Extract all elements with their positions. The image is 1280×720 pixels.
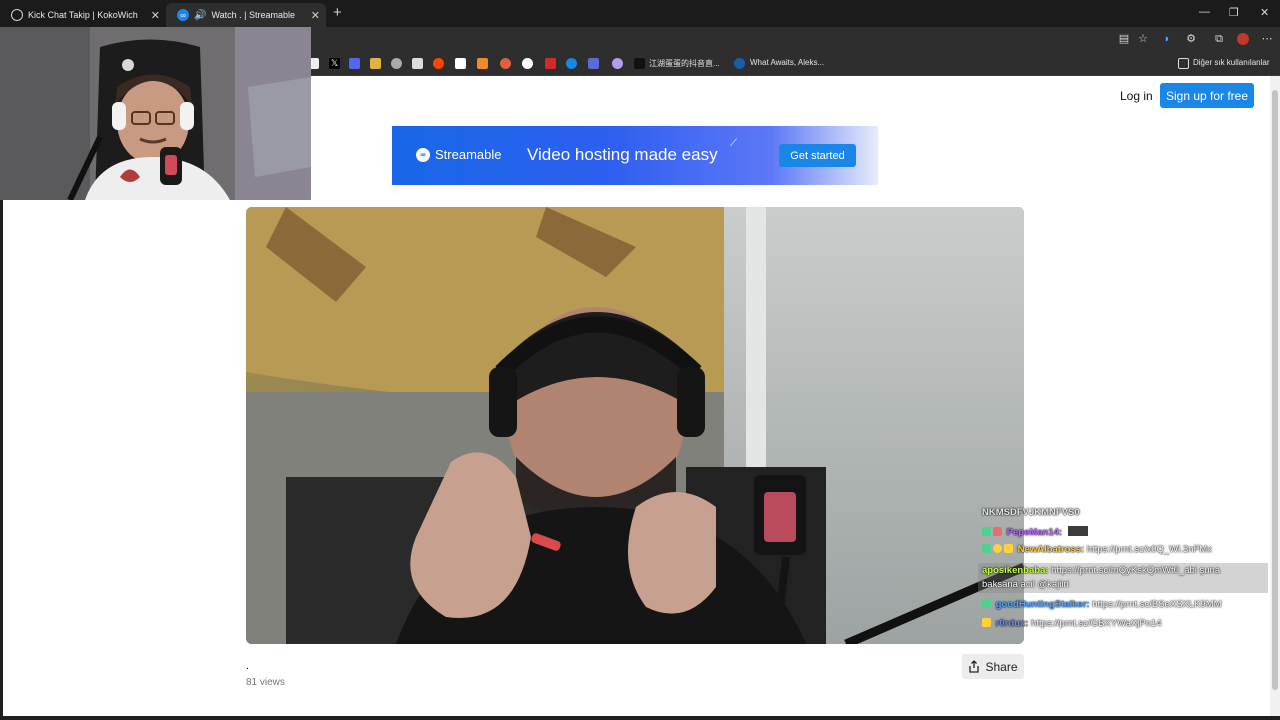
bookmark-icon-4[interactable] [370, 58, 381, 69]
scrollbar-thumb[interactable] [1272, 90, 1278, 690]
video-frame [246, 207, 1024, 644]
bookmark-icon-5[interactable] [391, 58, 402, 69]
folder-icon[interactable] [1178, 58, 1189, 69]
maximize-icon[interactable]: ❐ [1229, 6, 1239, 19]
chat-text: baksana acil @kajiiri [982, 579, 1069, 590]
share-button[interactable]: Share [962, 654, 1024, 679]
chat-text: https://prnt.sc/x0Q_Wl.3nFMx [1086, 544, 1212, 555]
bookmark-icon-9[interactable] [477, 58, 488, 69]
extensions-icon[interactable]: ⚙ [1185, 33, 1197, 45]
ad-banner[interactable]: ∞ Streamable Video hosting made easy ⟋ G… [392, 126, 878, 185]
speaker-icon[interactable]: 🔊 [194, 10, 206, 21]
signup-button[interactable]: Sign up for free [1160, 83, 1254, 108]
sparkle-icon: ⟋ [730, 138, 737, 149]
bookmark-icon-3[interactable] [349, 58, 360, 69]
chat-text: https://prnt.sc/mQyKskQmWt0_abi şuna [1051, 565, 1221, 576]
profile-avatar[interactable] [1237, 33, 1249, 45]
view-count: 81 views [246, 677, 285, 688]
close-tab-icon[interactable]: ✕ [151, 9, 160, 22]
globe-icon [11, 9, 23, 21]
chat-text: https://prnt.sc/BSeXSXLK9MM [1092, 599, 1222, 610]
chat-badge-icon [982, 527, 991, 536]
chat-badge-icon [982, 618, 991, 627]
share-icon [969, 660, 980, 673]
bookmark-icon-6[interactable] [412, 58, 423, 69]
chat-badge-icon [993, 527, 1002, 536]
chat-badge-icon [1004, 544, 1013, 553]
bookmark-icon-14[interactable] [588, 58, 599, 69]
favorite-star-icon[interactable]: ☆ [1137, 33, 1149, 45]
chat-badge-icon [982, 544, 991, 553]
video-title: . [246, 660, 250, 672]
minimize-icon[interactable]: — [1199, 6, 1210, 18]
webcam-frame [0, 27, 311, 200]
bookmark-icon-11[interactable] [522, 58, 533, 69]
bookmark-icon-8[interactable] [455, 58, 466, 69]
chat-message: goodHuntingStalker: https://prnt.sc/BSeX… [982, 599, 1222, 610]
chat-badge-icon [993, 544, 1002, 553]
close-window-icon[interactable]: ✕ [1260, 6, 1269, 19]
login-link[interactable]: Log in [1120, 89, 1153, 103]
banner-tagline: Video hosting made easy [527, 145, 718, 164]
tab-title: Watch . | Streamable [211, 10, 295, 20]
chat-message: aposikenbaba: https://prnt.sc/mQyKskQmWt… [982, 565, 1220, 576]
streamable-icon: ∞ [177, 9, 189, 21]
tab-title: Kick Chat Takip | KokoWich [28, 10, 138, 20]
chat-username: PepeMan14: [1006, 527, 1063, 538]
chat-header: NKMSDFVJKMNFVS0 [982, 507, 1080, 518]
emote-icon [1067, 526, 1088, 536]
bookmark-icon-13[interactable] [566, 58, 577, 69]
chat-message: PepeMan14: [982, 526, 1088, 538]
get-started-button[interactable]: Get started [779, 144, 856, 167]
chat-text: https://prnt.sc/GBXYWaXjPn14 [1031, 618, 1162, 629]
bookmark-icon-15[interactable] [612, 58, 623, 69]
page-scrollbar[interactable] [1270, 76, 1280, 716]
chat-message: NewAlbatross: https://prnt.sc/x0Q_Wl.3nF… [982, 544, 1212, 555]
bookmark-icon-12[interactable] [545, 58, 556, 69]
chat-username: aposikenbaba: [982, 565, 1049, 576]
other-bookmarks[interactable]: Diğer sık kullanılanlar [1193, 58, 1269, 67]
webcam-overlay [0, 27, 311, 200]
new-tab-icon[interactable]: + [333, 4, 342, 21]
chat-message-continued: baksana acil @kajiiri [982, 579, 1069, 590]
video-player[interactable] [246, 207, 1024, 644]
tiktok-icon[interactable] [634, 58, 645, 69]
read-aloud-icon[interactable]: ◗ [1161, 33, 1173, 45]
tab-kick-chat[interactable]: Kick Chat Takip | KokoWich ✕ [0, 3, 166, 27]
chat-badge-icon [982, 599, 991, 608]
close-tab-icon[interactable]: ✕ [311, 9, 320, 22]
x-icon[interactable]: 𝕏 [329, 58, 340, 69]
reader-icon[interactable]: ▤ [1118, 33, 1130, 45]
more-menu-icon[interactable]: ⋯ [1261, 33, 1273, 45]
reddit-icon[interactable] [433, 58, 444, 69]
chat-username: NewAlbatross: [1017, 544, 1085, 555]
bookmark-icon-10[interactable] [500, 58, 511, 69]
chat-username: goodHuntingStalker: [995, 599, 1090, 610]
share-label: Share [985, 659, 1018, 674]
steam-icon[interactable] [734, 58, 745, 69]
streamable-logo-icon: ∞ [416, 147, 430, 162]
collections-icon[interactable]: ⧉ [1213, 33, 1225, 45]
tab-streamable[interactable]: ∞ 🔊 Watch . | Streamable ✕ [166, 3, 326, 27]
banner-logo: ∞ Streamable [416, 147, 501, 162]
bookmark-tiktok[interactable]: 江湖蛋蛋的抖音直... [649, 58, 720, 69]
chat-username: r0rdux: [995, 618, 1029, 629]
chat-message: r0rdux: https://prnt.sc/GBXYWaXjPn14 [982, 618, 1162, 629]
banner-brand: Streamable [435, 147, 502, 162]
bookmark-steam[interactable]: What Awaits, Aleks... [750, 58, 824, 67]
